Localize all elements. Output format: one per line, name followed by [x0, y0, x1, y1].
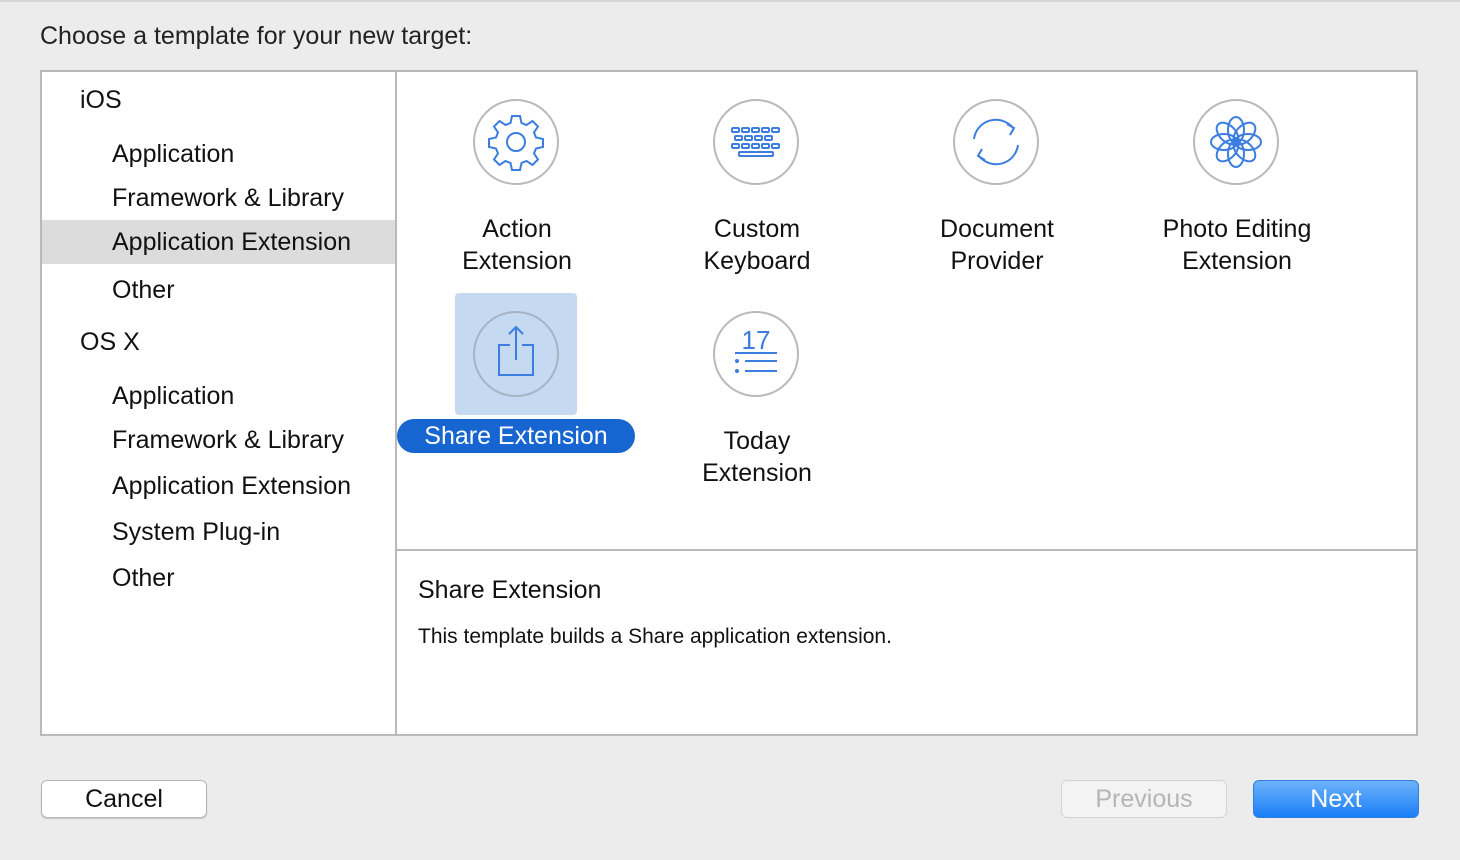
dialog-prompt: Choose a template for your new target: [40, 22, 473, 50]
sidebar-item-osx-application-extension[interactable]: Application Extension [42, 464, 395, 508]
template-label-line2: Keyboard [703, 247, 811, 275]
template-label: Photo Editing Extension [1117, 213, 1357, 277]
template-grid: Action Extension Custom Keyboard Documen… [397, 72, 1416, 551]
next-button[interactable]: Next [1253, 780, 1419, 818]
template-label-line1: Today [723, 427, 791, 455]
template-label-line1: Photo Editing [1162, 215, 1312, 243]
template-photo-editing-extension[interactable]: Photo Editing Extension [1117, 81, 1357, 281]
template-icon-frame-selected [455, 293, 577, 415]
today-icon-date: 17 [742, 325, 771, 355]
template-today-extension[interactable]: 17 Today Extension [637, 293, 877, 493]
template-icon-frame [935, 81, 1057, 203]
template-label-line2: Extension [1182, 247, 1292, 275]
template-icon-frame [695, 81, 817, 203]
sidebar-item-osx-other[interactable]: Other [42, 556, 395, 600]
sidebar-item-osx-framework-library[interactable]: Framework & Library [42, 418, 395, 462]
sidebar-item-osx-system-plugin[interactable]: System Plug-in [42, 510, 395, 554]
sidebar-section-osx: OS X [80, 328, 140, 356]
sidebar-item-osx-application[interactable]: Application [42, 374, 395, 418]
template-share-extension[interactable]: Share Extension [397, 293, 637, 463]
sidebar-item-ios-other[interactable]: Other [42, 268, 395, 312]
flower-icon [1193, 99, 1279, 185]
template-label-line1: Document [940, 215, 1054, 243]
template-label-line2: Extension [462, 247, 572, 275]
sidebar-item-ios-application-extension[interactable]: Application Extension [42, 220, 395, 264]
template-label: Custom Keyboard [637, 213, 877, 277]
template-icon-frame: 17 [695, 293, 817, 415]
template-label-line2: Extension [702, 459, 812, 487]
keyboard-icon [713, 99, 799, 185]
template-label-line1: Action [482, 215, 552, 243]
template-label: Action Extension [397, 213, 637, 277]
sync-arrows-icon [953, 99, 1039, 185]
template-label-line2: Provider [950, 247, 1044, 275]
sidebar-item-ios-framework-library[interactable]: Framework & Library [42, 176, 395, 220]
description-title: Share Extension [418, 576, 602, 604]
previous-button[interactable]: Previous [1061, 780, 1227, 818]
template-icon-frame [455, 81, 577, 203]
description-body: This template builds a Share application… [418, 625, 892, 648]
template-custom-keyboard[interactable]: Custom Keyboard [637, 81, 877, 281]
template-action-extension[interactable]: Action Extension [397, 81, 637, 281]
template-label: Document Provider [877, 213, 1117, 277]
cancel-button[interactable]: Cancel [41, 780, 207, 818]
calendar-list-icon: 17 [713, 311, 799, 397]
sidebar-item-ios-application[interactable]: Application [42, 132, 395, 176]
template-label: Today Extension [637, 425, 877, 489]
template-label-line1: Custom [713, 215, 801, 243]
share-icon [473, 311, 559, 397]
sidebar-section-ios: iOS [80, 86, 122, 114]
platform-sidebar: iOS Application Framework & Library Appl… [42, 72, 397, 734]
template-icon-frame [1175, 81, 1297, 203]
template-document-provider[interactable]: Document Provider [877, 81, 1117, 281]
template-label-selected: Share Extension [397, 419, 635, 453]
gear-icon [473, 99, 559, 185]
template-chooser-frame: iOS Application Framework & Library Appl… [40, 70, 1418, 736]
window-top-border [0, 0, 1460, 2]
